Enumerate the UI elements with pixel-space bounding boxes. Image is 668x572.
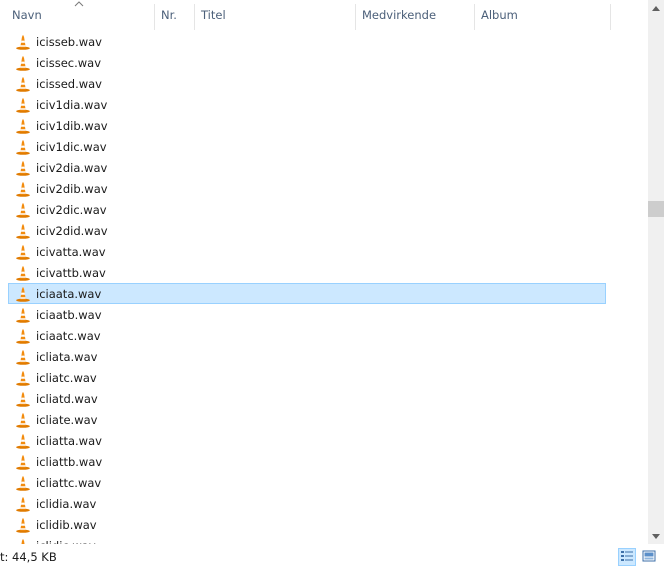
vlc-cone-icon: [15, 412, 31, 428]
vlc-cone-icon: [15, 139, 31, 155]
vlc-cone-icon: [15, 160, 31, 176]
file-name: icliata.wav: [36, 349, 98, 364]
file-row[interactable]: iciv1dia.wav: [8, 94, 606, 115]
file-name: icivatta.wav: [36, 244, 106, 259]
file-row[interactable]: iciv1dib.wav: [8, 115, 606, 136]
file-list: icisseb.wav icissec.wav icissed.wav iciv1di…: [0, 30, 648, 544]
file-name: iciv2did.wav: [36, 223, 108, 238]
file-name: iclidib.wav: [36, 517, 97, 532]
vlc-cone-icon: [15, 496, 31, 512]
file-name: iciv1dib.wav: [36, 118, 108, 133]
vlc-cone-icon: [15, 286, 31, 302]
file-row[interactable]: icisseb.wav: [8, 31, 606, 52]
file-name: iciaatc.wav: [36, 328, 101, 343]
file-name: icliatta.wav: [36, 433, 102, 448]
details-view-icon: [620, 550, 634, 565]
scrollbar-thumb[interactable]: [648, 201, 664, 217]
file-name: icissec.wav: [36, 55, 102, 70]
file-row[interactable]: icissed.wav: [8, 73, 606, 94]
column-divider[interactable]: [610, 4, 611, 30]
vlc-cone-icon: [15, 307, 31, 323]
status-selection-size: t: 44,5 KB: [0, 550, 57, 564]
file-row[interactable]: icliatc.wav: [8, 367, 606, 388]
large-icons-view-icon: [642, 550, 656, 565]
column-header-bar: Navn Nr. Titel Medvirkende Album: [0, 0, 648, 30]
vlc-cone-icon: [15, 76, 31, 92]
file-name: iciv2dic.wav: [36, 202, 107, 217]
column-header-number-label: Nr.: [161, 8, 177, 22]
file-row[interactable]: icliattc.wav: [8, 472, 606, 493]
file-row[interactable]: icliatd.wav: [8, 388, 606, 409]
file-explorer-window: Navn Nr. Titel Medvirkende Album icisseb…: [0, 0, 668, 572]
vlc-cone-icon: [15, 475, 31, 491]
column-header-number[interactable]: Nr.: [155, 0, 194, 30]
file-name: icliatc.wav: [36, 370, 97, 385]
file-name: iciaata.wav: [36, 286, 102, 301]
vlc-cone-icon: [15, 118, 31, 134]
column-header-title-label: Titel: [201, 8, 226, 22]
file-row[interactable]: iclidia.wav: [8, 493, 606, 514]
column-header-contributors-label: Medvirkende: [362, 8, 437, 22]
vlc-cone-icon: [15, 433, 31, 449]
scroll-down-arrow-icon[interactable]: [648, 528, 664, 544]
file-name: iclidia.wav: [36, 496, 97, 511]
vertical-scrollbar[interactable]: [648, 0, 664, 544]
file-row[interactable]: icissec.wav: [8, 52, 606, 73]
file-row[interactable]: iciv2dia.wav: [8, 157, 606, 178]
vlc-cone-icon: [15, 370, 31, 386]
file-name: icliatd.wav: [36, 391, 98, 406]
file-name: icliattc.wav: [36, 475, 102, 490]
file-row[interactable]: iciaata.wav: [8, 283, 606, 304]
file-row[interactable]: iciaatc.wav: [8, 325, 606, 346]
vlc-cone-icon: [15, 517, 31, 533]
column-header-album[interactable]: Album: [475, 0, 610, 30]
file-name: iciv2dia.wav: [36, 160, 108, 175]
vlc-cone-icon: [15, 244, 31, 260]
file-name: icissed.wav: [36, 76, 102, 91]
status-bar: t: 44,5 KB: [0, 544, 668, 572]
file-row[interactable]: iciaatb.wav: [8, 304, 606, 325]
vlc-cone-icon: [15, 265, 31, 281]
large-icons-view-button[interactable]: [640, 548, 658, 566]
file-row[interactable]: icivattb.wav: [8, 262, 606, 283]
file-name: icliate.wav: [36, 412, 98, 427]
sort-ascending-icon: [74, 0, 86, 10]
file-row[interactable]: icliate.wav: [8, 409, 606, 430]
vlc-cone-icon: [15, 181, 31, 197]
file-row[interactable]: icliattb.wav: [8, 451, 606, 472]
scroll-up-arrow-icon[interactable]: [648, 0, 664, 16]
file-name: icivattb.wav: [36, 265, 106, 280]
file-row[interactable]: iciv2dic.wav: [8, 199, 606, 220]
file-name: iciv2dib.wav: [36, 181, 108, 196]
column-header-title[interactable]: Titel: [195, 0, 355, 30]
file-name: iciv1dic.wav: [36, 139, 107, 154]
vlc-cone-icon: [15, 454, 31, 470]
vlc-cone-icon: [15, 34, 31, 50]
file-row[interactable]: iciv2did.wav: [8, 220, 606, 241]
file-name: icisseb.wav: [36, 34, 102, 49]
vlc-cone-icon: [15, 97, 31, 113]
file-row[interactable]: iclidib.wav: [8, 514, 606, 535]
file-row[interactable]: icliatta.wav: [8, 430, 606, 451]
vlc-cone-icon: [15, 391, 31, 407]
column-header-name-label: Navn: [12, 8, 42, 22]
file-row[interactable]: iclidic.wav: [8, 535, 606, 544]
column-header-contributors[interactable]: Medvirkende: [356, 0, 475, 30]
file-row[interactable]: iciv2dib.wav: [8, 178, 606, 199]
file-name: iciv1dia.wav: [36, 97, 108, 112]
file-row[interactable]: iciv1dic.wav: [8, 136, 606, 157]
file-name: iciaatb.wav: [36, 307, 102, 322]
vlc-cone-icon: [15, 349, 31, 365]
vlc-cone-icon: [15, 202, 31, 218]
file-name: icliattb.wav: [36, 454, 103, 469]
file-row[interactable]: icivatta.wav: [8, 241, 606, 262]
vlc-cone-icon: [15, 328, 31, 344]
vlc-cone-icon: [15, 223, 31, 239]
column-header-album-label: Album: [481, 8, 518, 22]
details-view-button[interactable]: [618, 548, 636, 566]
file-row[interactable]: icliata.wav: [8, 346, 606, 367]
window-edge: [664, 0, 668, 572]
vlc-cone-icon: [15, 55, 31, 71]
